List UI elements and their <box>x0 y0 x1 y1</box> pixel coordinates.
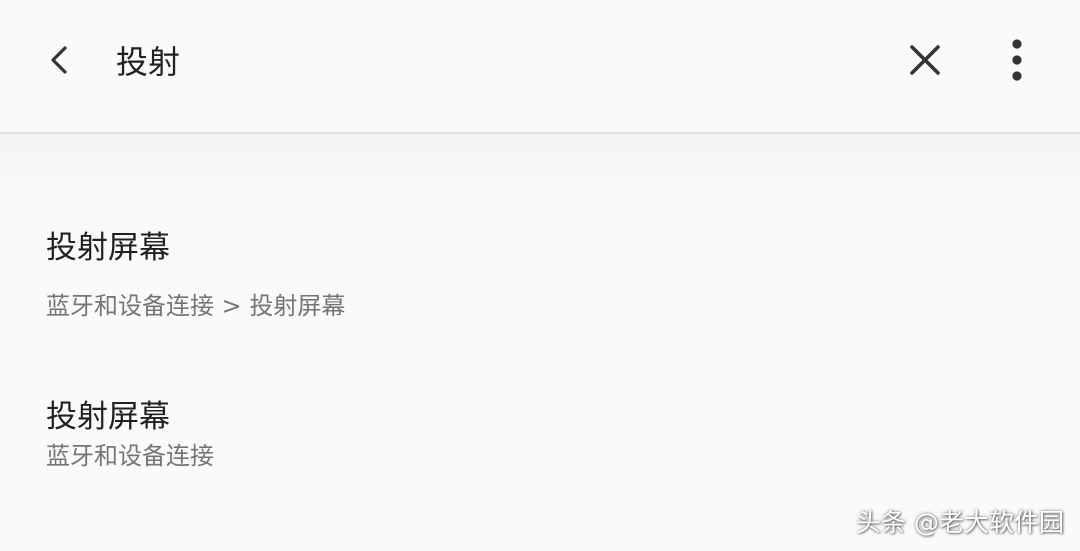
search-results-list: 投射屏幕 蓝牙和设备连接 > 投射屏幕 投射屏幕 蓝牙和设备连接 <box>0 134 1080 551</box>
search-result-item[interactable]: 投射屏幕 蓝牙和设备连接 <box>0 324 1080 484</box>
search-result-item[interactable]: 投射屏幕 蓝牙和设备连接 > 投射屏幕 <box>0 154 1080 319</box>
search-result-title: 投射屏幕 <box>46 399 170 435</box>
more-vert-icon <box>1012 39 1022 81</box>
watermark: 头条 @老大软件园 <box>856 508 1064 537</box>
search-result-title: 投射屏幕 <box>46 230 170 266</box>
search-result-path: 蓝牙和设备连接 <box>46 442 214 470</box>
search-toolbar <box>0 0 1080 134</box>
close-icon <box>910 45 940 75</box>
back-button[interactable] <box>28 28 92 92</box>
search-input[interactable] <box>116 36 856 84</box>
clear-search-button[interactable] <box>893 28 957 92</box>
arrow-back-icon <box>51 46 67 74</box>
search-result-path: 蓝牙和设备连接 > 投射屏幕 <box>46 292 346 320</box>
more-options-button[interactable] <box>985 28 1049 92</box>
